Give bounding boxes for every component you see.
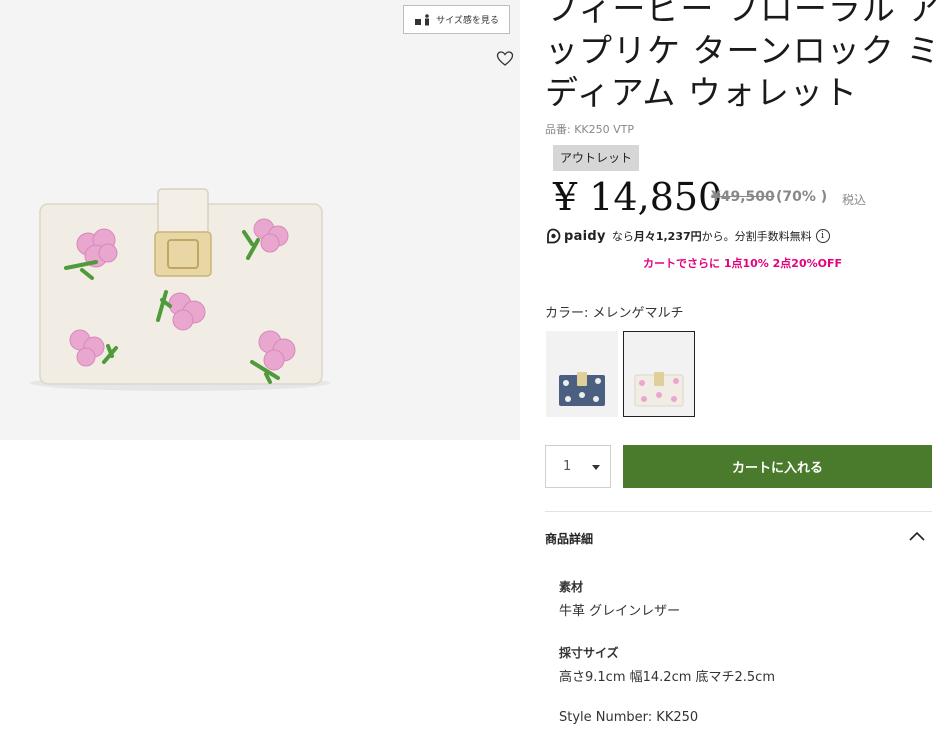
product-image: [30, 188, 330, 391]
color-selected: メレンゲマルチ: [592, 306, 684, 321]
divider: [545, 511, 932, 512]
chevron-down-icon: [592, 465, 600, 470]
quantity-value: 1: [563, 459, 572, 474]
size-guide-label: サイズ感を見る: [436, 16, 499, 26]
sku-value: KK250 VTP: [574, 123, 634, 136]
paidy-text-after: から。分割手数料無料: [701, 230, 812, 243]
color-label-prefix: カラー:: [545, 306, 589, 321]
paidy-installment: paidy なら 月々1,237円 から。分割手数料無料 i: [545, 228, 830, 244]
material-label: 素材: [559, 580, 584, 594]
add-to-cart-button[interactable]: カートに入れる: [623, 445, 932, 488]
cart-promo: カートでさらに 1点10% 2点20%OFF: [643, 257, 843, 270]
discount-rate: (70% ): [776, 189, 828, 205]
swatch-image-meringue: [634, 372, 684, 407]
material-value: 牛革 グレインレザー: [559, 604, 681, 619]
tax-label: 税込: [842, 193, 867, 207]
heart-icon[interactable]: [496, 50, 514, 68]
sale-price: ¥ 14,850: [553, 175, 723, 219]
paidy-monthly: 月々1,237円: [633, 230, 702, 243]
size-value: 高さ9.1cm 幅14.2cm 底マチ2.5cm: [559, 670, 775, 685]
size-guide-button[interactable]: サイズ感を見る: [403, 5, 510, 34]
person-size-icon: [415, 13, 430, 25]
original-price: ¥49,500: [711, 189, 775, 205]
details-heading[interactable]: 商品詳細: [545, 530, 593, 547]
chevron-up-icon[interactable]: [908, 530, 926, 542]
quantity-select[interactable]: 1: [545, 445, 611, 488]
color-swatch-meringue[interactable]: [623, 331, 695, 417]
product-image-gallery[interactable]: サイズ感を見る: [0, 0, 520, 440]
size-label: 採寸サイズ: [559, 646, 619, 660]
info-icon[interactable]: i: [815, 229, 830, 243]
color-label: カラー: メレンゲマルチ: [545, 302, 684, 321]
paidy-wordmark: paidy: [564, 228, 606, 244]
style-number: Style Number: KK250: [559, 710, 699, 725]
sku-label: 品番: [545, 123, 567, 136]
paidy-text-before: なら: [611, 230, 634, 243]
color-swatch-navy[interactable]: [546, 331, 618, 417]
swatch-image-navy: [559, 372, 605, 406]
product-title: フィービー フローラル アップリケ ターンロック ミディアム ウォレット: [545, 0, 942, 112]
outlet-badge: アウトレット: [553, 145, 640, 171]
paidy-logo-icon: [547, 228, 561, 244]
product-sku: 品番: KK250 VTP: [545, 123, 634, 136]
